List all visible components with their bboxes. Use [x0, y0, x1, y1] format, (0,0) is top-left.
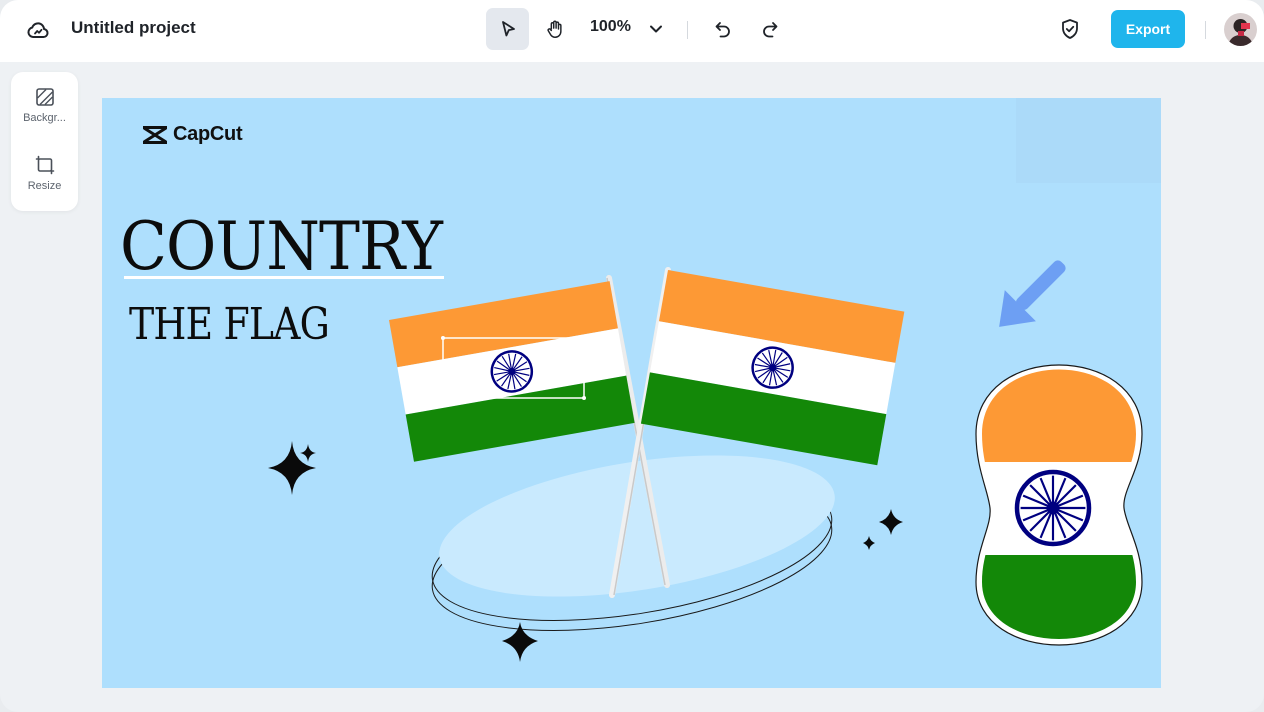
- logo-text: CapCut: [173, 123, 243, 145]
- hand-tool-button[interactable]: [540, 14, 570, 44]
- hand-icon: [547, 20, 562, 38]
- project-title[interactable]: Untitled project: [71, 18, 196, 38]
- chevron-down-icon: [650, 25, 662, 33]
- capcut-logo: CapCut: [142, 123, 243, 146]
- pointer-icon: [501, 21, 515, 37]
- headline-text[interactable]: COUNTRY: [120, 214, 443, 280]
- resize-button[interactable]: Resize: [11, 155, 78, 211]
- flag-left: [389, 281, 635, 462]
- undo-button[interactable]: [710, 16, 736, 42]
- resize-icon: [35, 155, 54, 175]
- redo-icon: [763, 22, 778, 38]
- top-toolbar: Untitled project 100% Export: [0, 0, 1264, 62]
- zoom-level[interactable]: 100%: [590, 18, 631, 36]
- background-icon: [35, 88, 54, 106]
- zoom-dropdown[interactable]: [645, 18, 667, 40]
- design-canvas[interactable]: CapCut COUNTRY THE FLAG: [102, 98, 1161, 688]
- resize-label: Resize: [27, 180, 62, 192]
- user-avatar[interactable]: [1224, 13, 1257, 46]
- background-label: Backgr...: [23, 112, 66, 124]
- capcut-logo-icon: [143, 125, 167, 144]
- select-tool-button[interactable]: [486, 8, 529, 50]
- redo-button[interactable]: [757, 16, 783, 42]
- cloud-icon[interactable]: [25, 17, 51, 43]
- editor-window: Untitled project 100% Export Backgr... R…: [0, 0, 1264, 712]
- toolbar-divider: [687, 21, 688, 39]
- side-panel: Backgr... Resize: [11, 72, 78, 211]
- sparkle-icon: [879, 509, 903, 535]
- shield-check-icon: [1062, 19, 1078, 39]
- background-button[interactable]: Backgr...: [11, 87, 78, 143]
- flag-medal: [975, 364, 1143, 646]
- export-button[interactable]: Export: [1111, 10, 1185, 48]
- toolbar-divider: [1205, 21, 1206, 39]
- subline-text[interactable]: THE FLAG: [129, 303, 330, 347]
- canvas-artwork: [268, 98, 1161, 662]
- flag-right: [640, 270, 905, 466]
- decor-panel: [1016, 98, 1161, 183]
- headline-underline: [124, 276, 444, 279]
- undo-icon: [715, 22, 730, 38]
- arrow-icon: [999, 260, 1066, 327]
- privacy-button[interactable]: [1057, 16, 1083, 42]
